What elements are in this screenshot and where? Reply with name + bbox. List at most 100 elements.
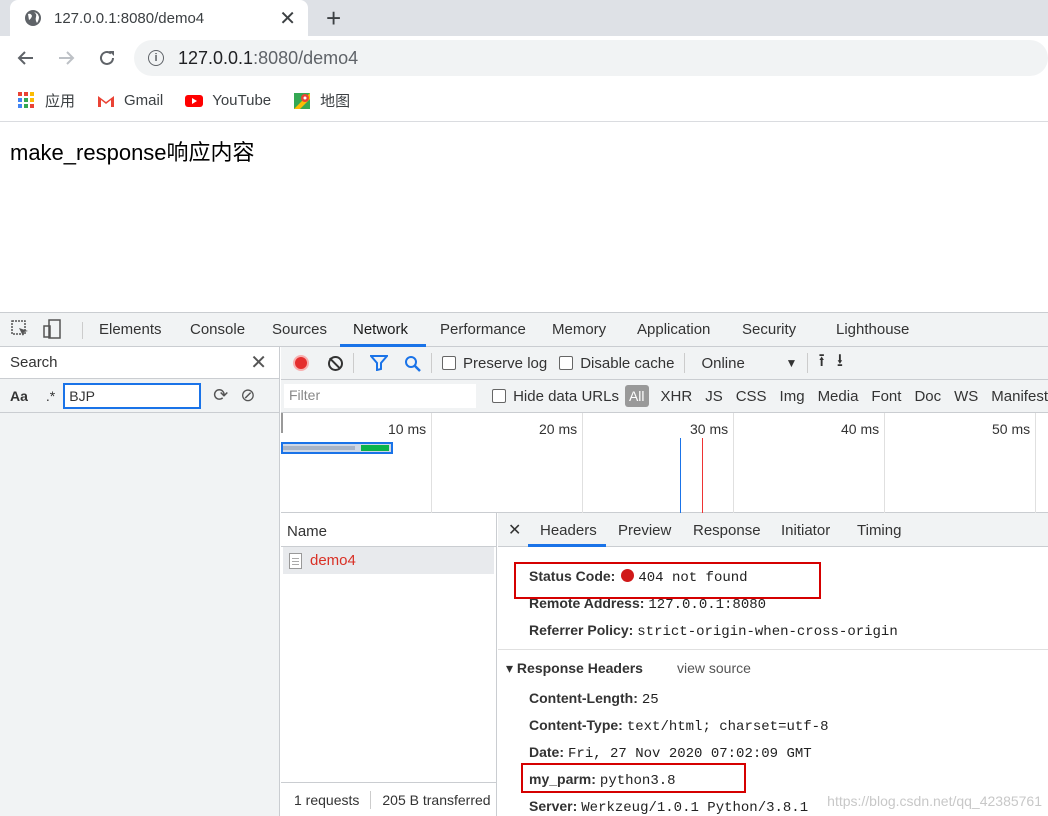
overview-start-marker — [281, 413, 283, 433]
tab-response[interactable]: Response — [693, 522, 761, 539]
checkbox-box[interactable] — [492, 389, 507, 403]
tab-network[interactable]: Network — [353, 321, 408, 338]
type-filter-media[interactable]: Media — [818, 388, 859, 405]
import-har-icon[interactable]: ⭱ — [818, 348, 824, 378]
header-key: Referrer Policy: — [529, 622, 634, 638]
refresh-icon[interactable]: ⟳ — [213, 385, 228, 406]
section-divider — [498, 649, 1048, 650]
devtools-panel: Elements Console Sources Network Perform… — [0, 312, 1048, 816]
back-button[interactable] — [12, 44, 40, 72]
filter-input[interactable]: Filter — [284, 384, 477, 408]
forward-button[interactable] — [52, 44, 80, 72]
header-key: Server: — [529, 798, 578, 814]
tab-close-icon[interactable]: ✕ — [279, 6, 296, 31]
apps-grid-icon — [18, 91, 36, 110]
view-source-link[interactable]: view source — [677, 660, 751, 676]
tab-performance[interactable]: Performance — [440, 321, 526, 338]
close-details-icon[interactable]: ✕ — [508, 520, 521, 540]
site-info-icon[interactable]: i — [148, 50, 164, 66]
table-row[interactable]: demo4 — [283, 547, 494, 574]
tab-security[interactable]: Security — [742, 321, 796, 338]
response-headers-section[interactable]: ▾ Response Headers view source — [506, 660, 1048, 677]
inspect-element-icon[interactable] — [10, 319, 30, 339]
bookmarks-bar: 应用 Gmail YouTube 地图 — [0, 80, 1048, 122]
tab-preview[interactable]: Preview — [618, 522, 671, 539]
tab-strip: 127.0.0.1:8080/demo4 ✕ + — [0, 0, 1048, 36]
type-filter-all[interactable]: All — [624, 385, 649, 407]
bookmark-gmail[interactable]: Gmail — [97, 92, 163, 110]
bookmark-maps[interactable]: 地图 — [293, 90, 350, 111]
highlight-box-status — [514, 562, 821, 599]
record-icon[interactable] — [293, 355, 309, 371]
tab-initiator[interactable]: Initiator — [781, 522, 830, 539]
summary-divider — [370, 790, 372, 809]
clear-search-icon[interactable]: ⊘ — [240, 385, 255, 406]
checkbox-box[interactable] — [559, 356, 574, 370]
type-filter-font[interactable]: Font — [871, 388, 901, 405]
header-value: text/html; charset=utf-8 — [626, 719, 829, 735]
tab-lighthouse[interactable]: Lighthouse — [836, 321, 909, 338]
tab-application[interactable]: Application — [637, 321, 710, 338]
search-icon[interactable] — [404, 355, 421, 372]
column-header-name[interactable]: Name — [281, 513, 496, 547]
disable-cache-checkbox[interactable]: Disable cache — [559, 355, 674, 372]
type-filter-doc[interactable]: Doc — [914, 388, 941, 405]
bookmark-apps[interactable]: 应用 — [18, 90, 75, 111]
tab-elements[interactable]: Elements — [99, 321, 162, 338]
address-bar[interactable]: i 127.0.0.1:8080/demo4 — [134, 40, 1048, 76]
toolbar-divider — [684, 353, 686, 373]
tab-console[interactable]: Console — [190, 321, 245, 338]
bookmark-label: 应用 — [45, 93, 76, 110]
overview-gridline — [582, 413, 583, 513]
globe-icon — [25, 10, 41, 26]
reload-button[interactable] — [93, 44, 121, 72]
requests-table: Name demo4 1 requests 205 B transferred — [281, 513, 497, 816]
tab-timing[interactable]: Timing — [857, 522, 901, 539]
clear-icon[interactable] — [328, 355, 343, 371]
filter-icon[interactable] — [370, 355, 388, 371]
match-case-toggle[interactable]: Aa — [10, 388, 28, 404]
search-input[interactable] — [63, 382, 202, 409]
watermark: https://blog.csdn.net/qq_42385761 — [827, 793, 1042, 809]
type-filter-css[interactable]: CSS — [736, 388, 767, 405]
type-filter-manifest[interactable]: Manifest — [991, 388, 1048, 405]
overview-tick-label: 10 ms — [388, 421, 427, 437]
reload-icon — [100, 50, 114, 65]
preserve-log-checkbox[interactable]: Preserve log — [442, 355, 547, 372]
tab-sources[interactable]: Sources — [272, 321, 327, 338]
bookmark-youtube[interactable]: YouTube — [185, 92, 271, 110]
response-header-row: Content-Length: 25 — [529, 690, 659, 708]
header-key: Content-Length: — [529, 690, 638, 706]
request-count: 1 requests — [294, 791, 360, 808]
details-tabbar: ✕ Headers Preview Response Initiator Tim… — [498, 513, 1048, 547]
device-toolbar-icon[interactable] — [42, 319, 62, 339]
type-filter-img[interactable]: Img — [780, 388, 805, 405]
overview-gridline — [884, 413, 885, 513]
regex-toggle[interactable]: .* — [46, 388, 55, 404]
network-overview[interactable]: 10 ms 20 ms 30 ms 40 ms 50 ms — [281, 413, 1048, 513]
hide-data-urls-checkbox[interactable]: Hide data URLs — [492, 388, 619, 405]
gmail-icon — [98, 94, 115, 107]
requests-summary: 1 requests 205 B transferred — [281, 782, 496, 816]
referrer-policy-row: Referrer Policy: strict-origin-when-cross… — [529, 622, 898, 640]
overview-gridline — [1035, 413, 1036, 513]
type-filter-xhr[interactable]: XHR — [661, 388, 693, 405]
toolbar-divider — [431, 353, 432, 373]
header-value: strict-origin-when-cross-origin — [637, 624, 898, 640]
export-har-icon[interactable]: ⭳ — [837, 348, 843, 378]
bookmark-label: YouTube — [212, 92, 272, 109]
new-tab-button[interactable]: + — [326, 3, 341, 34]
header-value: Fri, 27 Nov 2020 07:02:09 GMT — [568, 746, 812, 762]
browser-tab[interactable]: 127.0.0.1:8080/demo4 ✕ — [10, 0, 308, 36]
type-filter-js[interactable]: JS — [705, 388, 723, 405]
close-search-icon[interactable]: ✕ — [250, 350, 267, 375]
type-filter-ws[interactable]: WS — [954, 388, 978, 405]
request-details-pane: ✕ Headers Preview Response Initiator Tim… — [498, 513, 1048, 816]
tab-memory[interactable]: Memory — [552, 321, 606, 338]
toolbar-divider — [353, 353, 354, 373]
checkbox-box[interactable] — [442, 356, 456, 370]
highlight-box-my-parm — [521, 763, 746, 793]
section-title: ▾ Response Headers — [506, 660, 643, 676]
tab-headers[interactable]: Headers — [540, 522, 597, 539]
throttling-select[interactable]: Online ▼ — [701, 355, 797, 372]
